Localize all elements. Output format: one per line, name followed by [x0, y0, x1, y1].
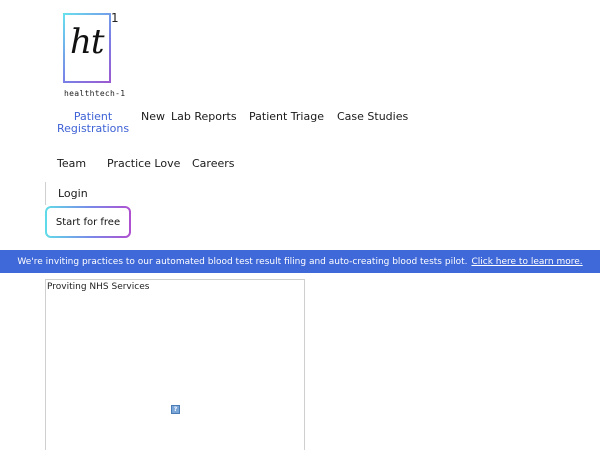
brand-logo[interactable]: ht 1 — [63, 11, 119, 85]
login-link[interactable]: Login — [58, 187, 88, 200]
nav-patient-registrations-line2: Registrations — [57, 122, 130, 135]
start-for-free-button[interactable]: Start for free — [45, 206, 131, 238]
logo-caption: healthtech-1 — [64, 89, 126, 98]
nav-case-studies[interactable]: Case Studies — [337, 111, 408, 123]
nav-team[interactable]: Team — [57, 158, 86, 170]
nav-practice-love[interactable]: Practice Love — [107, 158, 180, 170]
nav-careers[interactable]: Careers — [192, 158, 235, 170]
broken-image-icon: ? — [171, 405, 180, 414]
nav-lab-reports[interactable]: Lab Reports — [171, 111, 237, 123]
nav-patient-registrations[interactable]: Patient Registrations — [57, 111, 129, 135]
logo-superscript: 1 — [111, 11, 119, 25]
announcement-banner: We're inviting practices to our automate… — [0, 250, 600, 273]
banner-learn-more-link[interactable]: Click here to learn more. — [471, 257, 582, 267]
page: ht 1 healthtech-1 Patient Registrations … — [0, 0, 600, 450]
nav-new[interactable]: New — [141, 111, 165, 123]
nav-patient-triage[interactable]: Patient Triage — [249, 111, 324, 123]
banner-text: We're inviting practices to our automate… — [17, 256, 468, 267]
start-for-free-label: Start for free — [47, 208, 129, 236]
frame-title: Proviting NHS Services — [47, 282, 150, 292]
logo-mark: ht — [70, 22, 105, 62]
login-container: Login — [45, 182, 88, 205]
embedded-frame: Proviting NHS Services ? — [45, 279, 305, 450]
